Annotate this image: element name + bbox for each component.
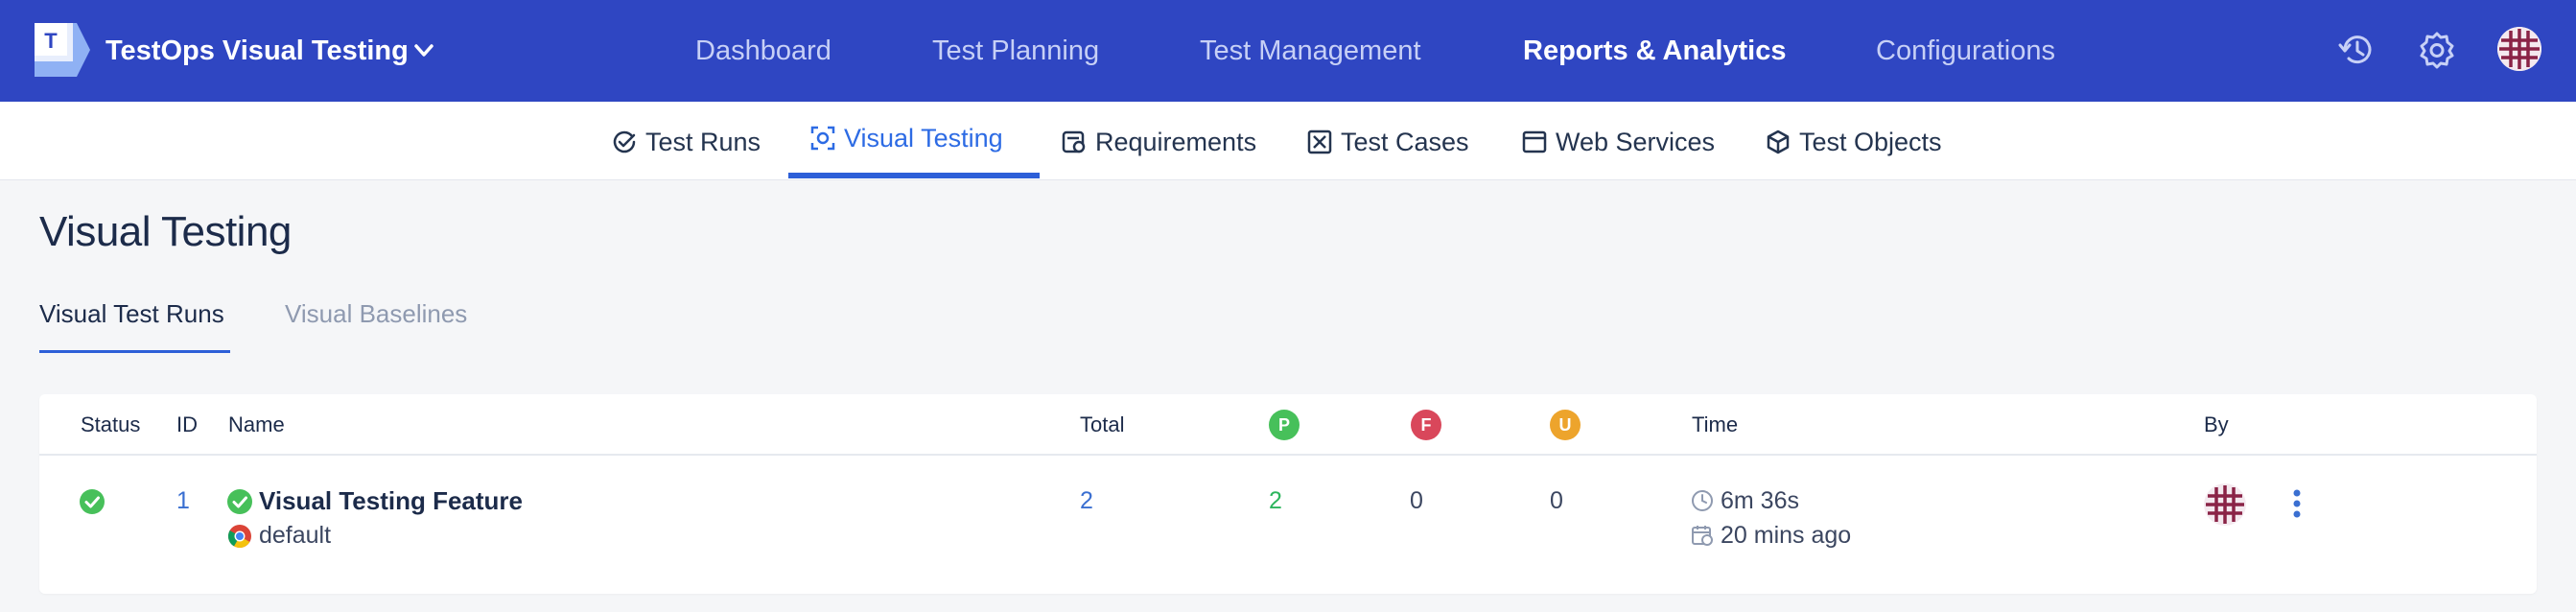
cube-icon [1767,129,1790,154]
unresolved-count: 0 [1550,487,1563,514]
subnav-test-runs[interactable]: Test Runs [611,123,761,161]
active-subnav-indicator [788,173,1040,178]
clock-icon [1692,490,1713,511]
subnav-test-cases-label: Test Cases [1341,127,1469,156]
page-title: Visual Testing [39,208,292,255]
nav-test-management[interactable]: Test Management [1200,33,1421,69]
subnav-requirements[interactable]: Requirements [1061,123,1256,161]
column-header-time: Time [1692,412,1739,436]
app-title[interactable]: TestOps Visual Testing [105,33,409,69]
nav-dashboard[interactable]: Dashboard [695,33,831,69]
subnav-web-services-label: Web Services [1556,127,1716,156]
subnav-test-runs-label: Test Runs [645,127,761,156]
column-header-status: Status [81,412,141,436]
subnav-test-cases[interactable]: Test Cases [1306,123,1469,161]
sub-navigation: Test Runs Visual Testing Requirements Te… [0,102,2576,180]
subnav-requirements-label: Requirements [1095,127,1257,156]
executor-avatar-pattern-icon [2204,483,2246,526]
svg-text:T: T [44,29,58,53]
testops-logo-icon[interactable]: T [35,23,90,77]
subnav-visual-testing-label: Visual Testing [844,123,1003,153]
user-avatar-pattern-icon [2497,27,2541,71]
tab-visual-test-runs[interactable]: Visual Test Runs [39,297,224,330]
camera-focus-icon [810,126,835,151]
run-started-time: 20 mins ago [1721,522,1852,549]
column-header-total: Total [1080,412,1125,436]
tab-visual-baselines[interactable]: Visual Baselines [285,297,467,330]
nav-test-planning[interactable]: Test Planning [932,33,1099,69]
passed-count: 2 [1269,487,1282,514]
window-icon [1522,130,1547,153]
chrome-browser-icon [227,525,251,549]
browser-label: default [259,522,332,549]
run-passed-icon [227,489,252,514]
nav-configurations[interactable]: Configurations [1876,33,2055,69]
column-header-unresolved-badge: U [1550,410,1581,440]
failed-count: 0 [1410,487,1423,514]
subnav-test-objects-label: Test Objects [1799,127,1942,156]
total-count: 2 [1080,487,1093,514]
requirements-icon [1062,130,1086,153]
check-circle-icon [613,130,636,153]
calendar-clock-icon [1692,526,1713,546]
history-icon[interactable] [2336,29,2378,71]
column-header-name: Name [228,412,285,436]
test-cases-icon [1307,129,1332,154]
run-id-link[interactable]: 1 [176,485,190,516]
table-header-divider [39,454,2537,456]
subnav-visual-testing[interactable]: Visual Testing [809,119,1003,157]
more-options-icon[interactable] [2284,486,2309,521]
column-header-failed-badge: F [1411,410,1441,440]
status-passed-icon [80,489,105,514]
settings-gear-icon[interactable] [2416,29,2458,71]
chevron-down-icon[interactable] [410,38,437,63]
active-tab-indicator [39,350,230,353]
column-header-by: By [2204,412,2229,436]
executor-avatar[interactable] [2204,483,2246,526]
user-avatar[interactable] [2497,27,2541,71]
run-duration: 6m 36s [1721,487,1799,514]
nav-reports-analytics[interactable]: Reports & Analytics [1523,33,1787,69]
top-navigation-bar: T TestOps Visual Testing Dashboard Test … [0,0,2576,102]
run-name-link[interactable]: Visual Testing Feature [259,485,523,516]
column-header-id: ID [176,412,198,436]
column-header-passed-badge: P [1269,410,1300,440]
subnav-web-services[interactable]: Web Services [1521,123,1715,161]
subnav-test-objects[interactable]: Test Objects [1765,123,1942,161]
